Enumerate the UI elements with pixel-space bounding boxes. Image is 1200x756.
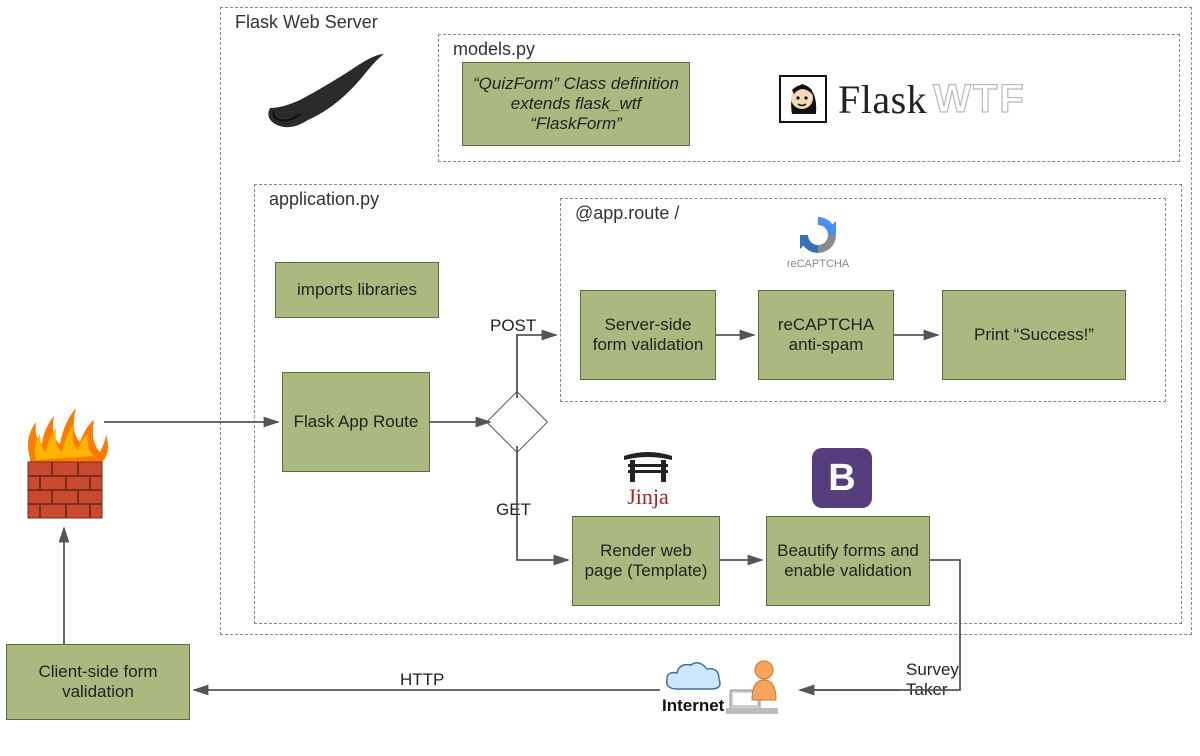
label-post: POST [490,316,536,336]
node-quizform: “QuizForm” Class definition extends flas… [462,62,690,146]
node-client-side-validation: Client-side form validation [6,644,190,720]
node-imports-text: imports libraries [297,280,417,300]
horn-icon [260,48,390,143]
node-client-side-validation-text: Client-side form validation [17,662,179,702]
node-flask-app-route-text: Flask App Route [294,412,419,432]
container-title-app-route: @app.route / [571,203,683,224]
label-http: HTTP [400,670,444,690]
container-title-application-py: application.py [265,189,383,210]
node-server-side-validation-text: Server-side form validation [591,315,705,355]
jinja-text: Jinja [620,484,676,510]
flaskwtf-text-wtf: WTF [933,77,1026,122]
node-print-success-text: Print “Success!” [974,325,1094,345]
node-recaptcha-antispam: reCAPTCHA anti-spam [758,290,894,380]
container-title-flask-web-server: Flask Web Server [231,12,382,33]
label-get: GET [496,500,531,520]
node-server-side-validation: Server-side form validation [580,290,716,380]
node-render-template-text: Render web page (Template) [583,541,709,581]
flaskwtf-text-flask: Flask [838,76,927,123]
jinja-gate-icon [620,448,676,484]
cloud-icon [663,661,723,697]
container-title-models-py: models.py [449,39,539,60]
flaskwtf-logo: Flask WTF [778,74,1026,124]
node-beautify-validation: Beautify forms and enable validation [766,516,930,606]
node-render-template: Render web page (Template) [572,516,720,606]
bootstrap-letter: B [828,457,855,500]
flaskwtf-man-icon [778,74,828,124]
node-quizform-text: “QuizForm” Class definition extends flas… [473,74,679,134]
internet-text: Internet [662,696,724,716]
node-flask-app-route: Flask App Route [282,372,430,472]
recaptcha-logo: reCAPTCHA [778,212,858,270]
firewall-icon [20,398,110,533]
recaptcha-icon [795,212,841,258]
node-beautify-validation-text: Beautify forms and enable validation [777,541,919,581]
node-print-success: Print “Success!” [942,290,1126,380]
label-survey-taker: Survey Taker [906,660,986,700]
bootstrap-icon: B [812,448,872,508]
jinja-logo: Jinja [620,448,676,510]
recaptcha-caption: reCAPTCHA [778,258,858,270]
user-at-desk-icon [724,656,784,716]
internet-group: Internet [662,656,784,716]
node-imports-libraries: imports libraries [275,262,439,318]
node-recaptcha-antispam-text: reCAPTCHA anti-spam [769,315,883,355]
